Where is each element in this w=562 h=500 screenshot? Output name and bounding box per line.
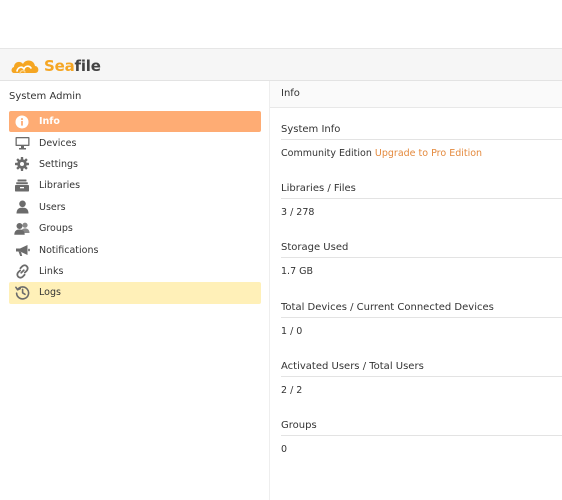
group-icon bbox=[14, 221, 30, 237]
sidebar-item-links[interactable]: Links bbox=[9, 261, 261, 282]
logo-text-file: file bbox=[74, 57, 101, 75]
side-panel-title: System Admin bbox=[9, 91, 82, 102]
top-header: Seafile bbox=[0, 48, 562, 81]
info-section-users: Activated Users / Total Users 2 / 2 bbox=[281, 361, 562, 397]
user-icon bbox=[14, 199, 30, 215]
info-section-libraries-files: Libraries / Files 3 / 278 bbox=[281, 183, 562, 219]
info-section-system-info: System Info Community Edition Upgrade to… bbox=[281, 124, 562, 160]
sidebar-item-label: Info bbox=[39, 116, 60, 128]
upgrade-to-pro-link[interactable]: Upgrade to Pro Edition bbox=[375, 148, 482, 159]
sidebar-item-info[interactable]: Info bbox=[9, 111, 261, 133]
side-nav: Info Devices Settings Libraries Users Gr… bbox=[9, 111, 261, 304]
sidebar-item-label: Settings bbox=[39, 158, 78, 170]
sidebar-item-settings[interactable]: Settings bbox=[9, 154, 261, 175]
main-panel-header: Info bbox=[270, 81, 562, 108]
info-icon bbox=[14, 114, 30, 130]
edition-text: Community Edition bbox=[281, 148, 372, 159]
info-section-devices: Total Devices / Current Connected Device… bbox=[281, 302, 562, 338]
section-value: Community Edition Upgrade to Pro Edition bbox=[281, 148, 562, 160]
section-title: Activated Users / Total Users bbox=[281, 361, 562, 377]
section-value: 1 / 0 bbox=[281, 326, 303, 337]
sidebar-item-logs[interactable]: Logs bbox=[9, 282, 261, 304]
section-title: Total Devices / Current Connected Device… bbox=[281, 302, 562, 318]
section-title: Libraries / Files bbox=[281, 183, 562, 199]
gear-icon bbox=[14, 156, 30, 172]
megaphone-icon bbox=[14, 242, 30, 258]
sidebar-item-label: Groups bbox=[39, 223, 73, 235]
section-title: Groups bbox=[281, 420, 562, 436]
history-icon bbox=[14, 285, 30, 301]
seafile-logo-icon bbox=[11, 60, 39, 74]
seafile-logo-text: Seafile bbox=[44, 54, 101, 78]
logo-text-sea: Sea bbox=[44, 57, 75, 75]
section-title: Storage Used bbox=[281, 242, 562, 258]
sidebar-item-label: Devices bbox=[39, 137, 77, 149]
sidebar-item-libraries[interactable]: Libraries bbox=[9, 175, 261, 196]
sidebar-item-label: Logs bbox=[39, 287, 61, 299]
section-title: System Info bbox=[281, 124, 562, 140]
seafile-logo[interactable]: Seafile bbox=[10, 54, 101, 78]
section-value: 2 / 2 bbox=[281, 385, 303, 396]
sidebar-item-devices[interactable]: Devices bbox=[9, 132, 261, 153]
main-panel: Info System Info Community Edition Upgra… bbox=[270, 81, 562, 500]
info-section-groups: Groups 0 bbox=[281, 420, 562, 456]
page: Seafile System Admin Info Devices Settin… bbox=[0, 0, 562, 500]
side-panel: System Admin Info Devices Settings Libra… bbox=[0, 81, 270, 500]
section-value: 0 bbox=[281, 444, 288, 455]
sidebar-item-groups[interactable]: Groups bbox=[9, 218, 261, 239]
library-icon bbox=[14, 178, 30, 194]
sidebar-item-notifications[interactable]: Notifications bbox=[9, 239, 261, 260]
sidebar-item-label: Libraries bbox=[39, 180, 81, 192]
sidebar-item-label: Links bbox=[39, 265, 64, 277]
sidebar-item-label: Users bbox=[39, 201, 66, 213]
link-icon bbox=[14, 263, 30, 279]
sidebar-item-users[interactable]: Users bbox=[9, 197, 261, 218]
page-title: Info bbox=[281, 88, 300, 99]
info-section-storage-used: Storage Used 1.7 GB bbox=[281, 242, 562, 278]
section-value: 3 / 278 bbox=[281, 207, 315, 218]
monitor-icon bbox=[14, 135, 30, 151]
sidebar-item-label: Notifications bbox=[39, 244, 99, 256]
section-value: 1.7 GB bbox=[281, 266, 314, 277]
